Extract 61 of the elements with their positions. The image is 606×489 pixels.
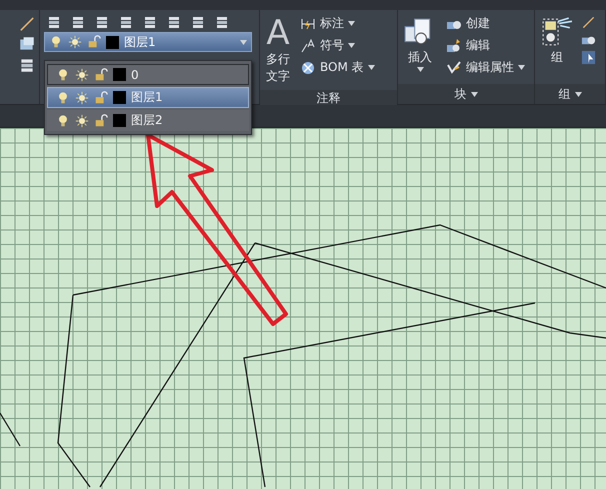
block-tool-button[interactable]: 编辑 [444,36,527,55]
layers-icon [214,14,230,30]
multiline-text-button[interactable]: A 多行 文字 [264,14,292,86]
lock-icon [87,35,101,49]
caret-icon [518,65,525,70]
lock-icon [94,68,108,82]
layer-option[interactable]: 图层2 [47,110,249,131]
panel-title[interactable]: 块 [398,84,534,104]
layers-icon [94,14,110,30]
color-swatch [113,68,126,81]
layer-tool-button[interactable] [214,14,230,30]
layer-tool-button[interactable] [190,14,206,30]
block-edit-icon [446,38,462,54]
caret-icon [574,92,582,96]
sun-icon [75,114,89,128]
color-swatch [113,114,126,127]
caret-icon [470,92,478,96]
caret-icon [348,21,355,26]
layer-combo[interactable]: 图层1 [44,32,252,52]
annotation-tool-button[interactable]: 标注 [298,14,377,33]
panel-title[interactable]: 组 [535,84,605,104]
group-icon [541,16,573,48]
annotation-tool-button[interactable]: 符号 [298,36,377,55]
color-swatch [113,91,126,104]
caret-icon [416,67,424,72]
block-tool-button[interactable]: 创建 [444,14,527,33]
select-icon [581,50,596,65]
check-icon [446,60,462,76]
caret-icon [240,40,247,44]
layer-tool-button[interactable] [118,14,134,30]
bulb-icon [49,35,63,49]
layer-tool-button[interactable] [166,14,182,30]
sun-icon [75,90,89,104]
lock-icon [94,114,108,128]
sun-icon [75,68,89,82]
symbol-icon [300,38,316,54]
layer-tool-button[interactable] [70,14,86,30]
sun-icon [68,35,82,49]
bulb-icon [56,68,70,82]
color-swatch [106,36,119,48]
bulb-icon [56,90,70,104]
layers-icon [142,14,158,30]
layer-tool-button[interactable] [94,14,110,30]
caret-icon [368,65,375,70]
caret-icon [348,43,355,48]
layers-icon [46,14,62,30]
bulb-icon [56,114,70,128]
group-button[interactable]: 组 [539,14,575,80]
layer-name: 图层1 [124,34,157,50]
layers-icon [190,14,206,30]
circle-cross-icon [300,60,316,76]
layers-icon [166,14,182,30]
layer-option[interactable]: 0 [47,64,249,85]
layers-icon [70,14,86,30]
annotation-tool-button[interactable]: BOM 表 [298,58,377,77]
layer-tool-button[interactable] [142,14,158,30]
lock-icon [94,90,108,104]
insert-button[interactable]: 插入 [402,14,438,80]
block-tool-button[interactable]: 编辑属性 [444,58,527,77]
layers-icon [118,14,134,30]
layer-tool-button[interactable] [46,14,62,30]
